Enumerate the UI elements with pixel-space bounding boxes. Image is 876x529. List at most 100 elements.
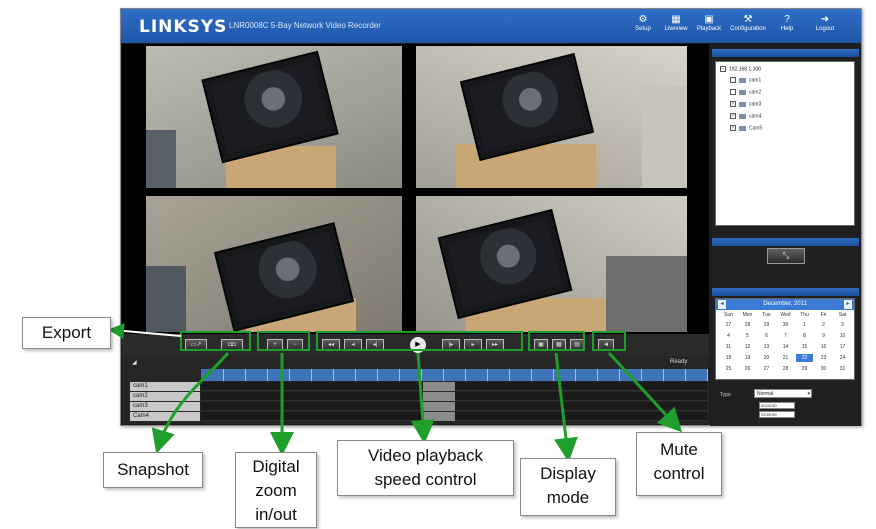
calendar-day[interactable]: 24	[834, 354, 851, 362]
ruler-tick	[267, 369, 268, 381]
calendar-day[interactable]: 31	[834, 365, 851, 373]
calendar-day[interactable]: 11	[720, 343, 737, 351]
ptz-header	[712, 238, 859, 246]
calendar-day[interactable]: 25	[720, 365, 737, 373]
recording-segment[interactable]	[423, 412, 455, 421]
camera-label: Cam5	[749, 125, 763, 132]
time-from-field[interactable]: 00:00:00	[759, 402, 795, 409]
timeline-camera-label: Cam4	[130, 412, 200, 421]
video-feed-4[interactable]	[416, 196, 687, 332]
nav-configuration[interactable]: ⚒ Configuration	[728, 12, 768, 40]
calendar-day[interactable]: 27	[720, 321, 737, 329]
tree-root[interactable]: −192.168.1.100	[720, 66, 761, 72]
chevron-down-icon: ▾	[807, 391, 810, 397]
playback-speed-callout: Video playback speed control	[337, 440, 514, 496]
calendar-weekday: Thu	[800, 312, 809, 318]
camera-checkbox[interactable]: ✓	[730, 113, 736, 119]
calendar-day[interactable]: 16	[815, 343, 832, 351]
calendar-day[interactable]: 28	[739, 321, 756, 329]
calendar-day[interactable]: 13	[758, 343, 775, 351]
video-feed-1[interactable]	[146, 46, 402, 188]
calendar-day[interactable]: 10	[834, 332, 851, 340]
calendar-weekday: Sat	[838, 312, 847, 318]
calendar-day[interactable]: 12	[739, 343, 756, 351]
camera-list-header	[712, 49, 859, 57]
calendar-day[interactable]: 8	[796, 332, 813, 340]
timeline-track[interactable]	[201, 382, 707, 391]
nav-configuration-label: Configuration	[730, 26, 766, 32]
calendar-day[interactable]: 18	[720, 354, 737, 362]
calendar-day[interactable]: 4	[720, 332, 737, 340]
product-title: LNR0008C 5-Bay Network Video Recorder	[229, 21, 381, 30]
ruler-tick	[641, 369, 642, 381]
calendar-day[interactable]: 30	[815, 365, 832, 373]
camera-label: cam4	[749, 113, 762, 120]
nav-help[interactable]: ? Help	[771, 12, 803, 40]
calendar-day[interactable]: 1	[796, 321, 813, 329]
calendar-day[interactable]: 19	[739, 354, 756, 362]
recording-segment[interactable]	[423, 392, 455, 401]
calendar-day[interactable]: 20	[758, 354, 775, 362]
timeline-track[interactable]	[201, 402, 707, 411]
calendar-day[interactable]: 21	[777, 354, 794, 362]
recording-segment[interactable]	[423, 382, 455, 391]
ruler-tick	[223, 369, 224, 381]
calendar-day[interactable]: 28	[777, 365, 794, 373]
record-type-select[interactable]: Normal ▾	[754, 389, 812, 398]
ruler-tick	[553, 369, 554, 381]
mute-callout: Mute control	[636, 432, 722, 496]
nav-setup-label: Setup	[635, 26, 651, 32]
time-to-field[interactable]: 23:59:59	[759, 411, 795, 418]
ruler-tick	[443, 369, 444, 381]
camera-checkbox[interactable]	[730, 77, 736, 83]
tree-camera-item[interactable]: cam1	[730, 77, 761, 85]
nav-setup[interactable]: ⚙ Setup	[627, 12, 659, 40]
camera-label: cam3	[749, 101, 762, 108]
camera-label: cam2	[749, 89, 762, 96]
calendar-day[interactable]: 15	[796, 343, 813, 351]
ruler-tick	[421, 369, 422, 381]
calendar-day[interactable]: 2	[815, 321, 832, 329]
calendar-month-title: December, 2011	[716, 299, 854, 310]
calendar-day[interactable]: 29	[796, 365, 813, 373]
tree-camera-item[interactable]: ✓ cam4	[730, 113, 761, 121]
calendar-day[interactable]: 3	[834, 321, 851, 329]
camera-checkbox[interactable]: ✓	[730, 125, 736, 131]
calendar-day[interactable]: 14	[777, 343, 794, 351]
nav-logout[interactable]: ➜ Logout	[809, 12, 841, 40]
nav-playback[interactable]: ▣ Playback	[693, 12, 725, 40]
record-type-label: Type	[720, 392, 731, 398]
calendar-day[interactable]: 27	[758, 365, 775, 373]
calendar-day[interactable]: 29	[758, 321, 775, 329]
calendar-weekday: Mon	[742, 312, 753, 318]
video-feed-2[interactable]	[416, 46, 687, 188]
calendar-day[interactable]: 26	[739, 365, 756, 373]
right-sidebar: −192.168.1.100 cam1 cam2 ✓ cam3 ✓ cam4 ✓ Ca…	[710, 44, 861, 426]
calendar-day[interactable]: 7	[777, 332, 794, 340]
timeline-ruler[interactable]	[201, 369, 708, 381]
calendar-day[interactable]: 6	[758, 332, 775, 340]
calendar-day[interactable]: 23	[815, 354, 832, 362]
calendar-day[interactable]: 17	[834, 343, 851, 351]
camera-checkbox[interactable]: ✓	[730, 101, 736, 107]
tree-camera-item[interactable]: ✓ cam3	[730, 101, 761, 109]
tree-camera-item[interactable]: cam2	[730, 89, 761, 97]
ruler-tick	[685, 369, 686, 381]
camera-checkbox[interactable]	[730, 89, 736, 95]
calendar-day[interactable]: 22	[796, 354, 813, 362]
calendar-weekday: Fri	[820, 312, 827, 318]
tree-camera-item[interactable]: ✓ Cam5	[730, 125, 762, 133]
calendar-day[interactable]: 9	[815, 332, 832, 340]
timeline-status: Ready	[670, 359, 688, 365]
nav-liveview[interactable]: ▦ Liveview	[660, 12, 692, 40]
calendar-prev-button[interactable]: ◂	[718, 300, 726, 309]
calendar-day[interactable]: 30	[777, 321, 794, 329]
ptz-button[interactable]: ⤡	[767, 248, 805, 264]
calendar-day[interactable]: 5	[739, 332, 756, 340]
timeline-track[interactable]	[201, 392, 707, 401]
video-feed-3[interactable]	[146, 196, 402, 332]
timeline-track[interactable]	[201, 412, 707, 421]
calendar-next-button[interactable]: ▸	[844, 300, 852, 309]
recording-segment[interactable]	[423, 402, 455, 411]
tree-collapse-icon[interactable]: −	[720, 66, 726, 72]
